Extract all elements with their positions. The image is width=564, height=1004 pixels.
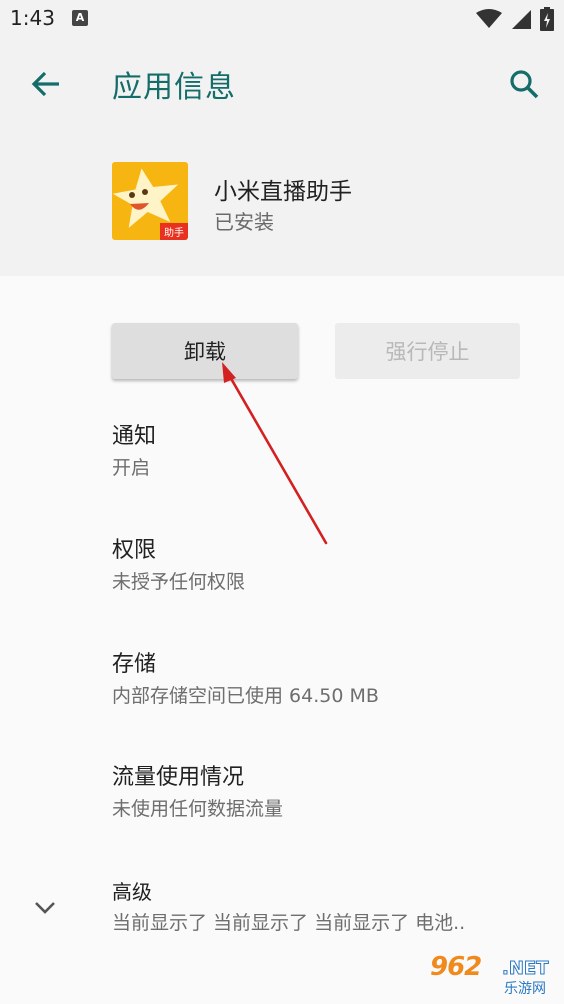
item-advanced[interactable]: 高级 当前显示了 当前显示了 当前显示了 电池.. [112, 877, 552, 938]
watermark-net: .NET [501, 958, 549, 980]
app-icon-tag: 助手 [160, 223, 188, 240]
item-title: 通知 [112, 424, 157, 449]
item-subtitle: 内部存储空间已使用 64.50 MB [112, 685, 379, 707]
watermark-logo: 962 .NET 乐游网 [424, 950, 560, 1000]
item-subtitle: 当前显示了 当前显示了 当前显示了 电池.. [112, 912, 466, 934]
force-stop-button[interactable]: 强行停止 [335, 323, 520, 379]
page-title: 应用信息 [112, 70, 236, 105]
item-subtitle: 未授予任何权限 [112, 571, 246, 593]
status-bar: 1:43 A [0, 0, 564, 38]
app-icon: 助手 [112, 162, 188, 240]
back-button[interactable] [26, 64, 66, 104]
search-icon [510, 70, 539, 99]
watermark-sub: 乐游网 [504, 981, 546, 997]
status-icons [476, 6, 554, 32]
item-title: 存储 [112, 652, 157, 677]
item-subtitle: 开启 [112, 457, 151, 479]
item-subtitle: 未使用任何数据流量 [112, 798, 284, 820]
uninstall-button[interactable]: 卸载 [112, 323, 298, 379]
app-header: 助手 小米直播助手 已安装 [0, 130, 564, 276]
battery-icon [540, 7, 554, 31]
item-storage[interactable]: 存储 内部存储空间已使用 64.50 MB [112, 650, 552, 711]
status-time: 1:43 [10, 6, 55, 30]
item-title: 权限 [112, 538, 157, 563]
item-title: 流量使用情况 [112, 765, 245, 790]
app-bar: 应用信息 [0, 38, 564, 130]
chevron-down-icon[interactable] [30, 893, 60, 923]
notification-badge-icon: A [72, 10, 88, 26]
arrow-left-icon [31, 71, 59, 97]
search-button[interactable] [504, 64, 544, 104]
item-title: 高级 [112, 880, 152, 904]
item-data-usage[interactable]: 流量使用情况 未使用任何数据流量 [112, 763, 552, 824]
app-name: 小米直播助手 [214, 179, 352, 205]
signal-icon [512, 10, 531, 29]
wifi-icon [476, 9, 502, 28]
watermark-main: 962 [430, 952, 482, 982]
app-install-status: 已安装 [214, 210, 274, 234]
item-notifications[interactable]: 通知 开启 [112, 422, 552, 483]
item-permissions[interactable]: 权限 未授予任何权限 [112, 536, 552, 597]
